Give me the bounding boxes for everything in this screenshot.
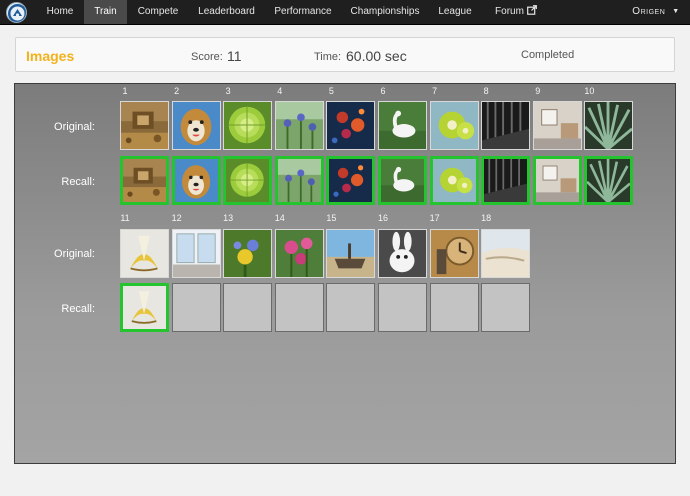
recall-slot-empty[interactable]	[481, 283, 531, 332]
original-image-kiwi-slices	[429, 101, 479, 150]
image-number: 8	[483, 86, 489, 96]
original-image-beach-sand	[481, 229, 531, 278]
memory-board: Original: Recall: Original: Recall: 1234…	[14, 83, 676, 464]
image-number: 17	[429, 213, 440, 223]
recall-image-banana[interactable]	[120, 283, 169, 332]
recall-image-night-lights[interactable]	[326, 156, 376, 205]
original-image-bright-room	[171, 229, 221, 278]
nav-league-link[interactable]: League	[430, 0, 480, 24]
recall-image-room-shelf[interactable]	[532, 156, 582, 205]
image-number: 13	[223, 213, 234, 223]
nav-home-link[interactable]: Home	[37, 0, 83, 24]
image-number: 10	[584, 86, 595, 96]
image-number: 4	[277, 86, 283, 96]
recall-slot-empty[interactable]	[378, 283, 427, 332]
nav-championships-link[interactable]: Championships	[342, 0, 428, 24]
original-row-2-label: Original:	[54, 248, 95, 260]
image-number: 6	[380, 86, 386, 96]
nav-compete-link[interactable]: Compete	[128, 0, 188, 24]
recall-slot-empty[interactable]	[326, 283, 376, 332]
image-number: 3	[225, 86, 231, 96]
nav-forum-link[interactable]: Forum	[482, 0, 550, 24]
original-image-cabbage	[223, 101, 273, 150]
recall-image-agave-plant[interactable]	[584, 156, 634, 205]
original-image-meadow-flowers	[274, 101, 324, 150]
image-number: 2	[174, 86, 180, 96]
original-image-clock-statue	[429, 229, 479, 278]
image-number: 7	[432, 86, 438, 96]
nav-forum-label: Forum	[495, 6, 524, 17]
score-value: 11	[227, 48, 242, 64]
site-logo-icon[interactable]	[6, 2, 27, 23]
original-image-white-rabbit	[378, 229, 427, 278]
recall-image-wood-ruins[interactable]	[120, 156, 169, 205]
time-label: Time:	[314, 51, 342, 63]
recall-image-dog[interactable]	[171, 156, 221, 205]
user-name: Origen	[632, 6, 666, 17]
recall-image-cabbage[interactable]	[223, 156, 273, 205]
game-state-text: Completed	[521, 49, 575, 61]
image-number: 1	[122, 86, 128, 96]
image-number: 9	[535, 86, 541, 96]
original-image-pink-flowers	[274, 229, 324, 278]
original-image-swan	[378, 101, 427, 150]
game-status-panel: Images Score: 11 Time: 60.00 sec Complet…	[15, 37, 675, 72]
image-number: 12	[171, 213, 182, 223]
discipline-title: Images	[26, 48, 75, 64]
external-link-icon	[527, 1, 537, 25]
caret-down-icon: ▼	[672, 8, 680, 15]
recall-image-meadow-flowers[interactable]	[274, 156, 324, 205]
user-menu-dropdown[interactable]: Origen ▼	[624, 0, 688, 24]
original-row-1-label: Original:	[54, 121, 95, 133]
original-image-banana	[120, 229, 169, 278]
nav-train-link[interactable]: Train	[84, 0, 127, 24]
image-number: 5	[328, 86, 334, 96]
recall-slot-empty[interactable]	[171, 283, 221, 332]
image-number: 11	[120, 213, 130, 223]
time-value: 60.00 sec	[346, 48, 407, 64]
score-label: Score:	[191, 51, 223, 63]
recall-slot-empty[interactable]	[223, 283, 273, 332]
original-image-wood-ruins	[120, 101, 169, 150]
recall-slot-empty[interactable]	[274, 283, 324, 332]
nav-performance-link[interactable]: Performance	[266, 0, 340, 24]
recall-image-swan[interactable]	[378, 156, 427, 205]
recall-image-dark-forest[interactable]	[481, 156, 531, 205]
original-image-dog	[171, 101, 221, 150]
recall-row-1-label: Recall:	[61, 176, 95, 188]
original-image-dark-forest	[481, 101, 531, 150]
original-image-ship-wreck	[326, 229, 376, 278]
top-navbar: Home Train Compete Leaderboard Performan…	[0, 0, 690, 25]
nav-leaderboard-link[interactable]: Leaderboard	[189, 0, 264, 24]
original-image-agave-plant	[584, 101, 634, 150]
image-number: 15	[326, 213, 337, 223]
image-number: 18	[481, 213, 492, 223]
image-number: 14	[274, 213, 285, 223]
original-image-yellow-blue-flower	[223, 229, 273, 278]
original-image-room-shelf	[532, 101, 582, 150]
image-number: 16	[377, 213, 388, 223]
original-image-night-lights	[326, 101, 376, 150]
recall-row-2-label: Recall:	[61, 303, 95, 315]
recall-image-kiwi-slices[interactable]	[429, 156, 479, 205]
recall-slot-empty[interactable]	[429, 283, 479, 332]
